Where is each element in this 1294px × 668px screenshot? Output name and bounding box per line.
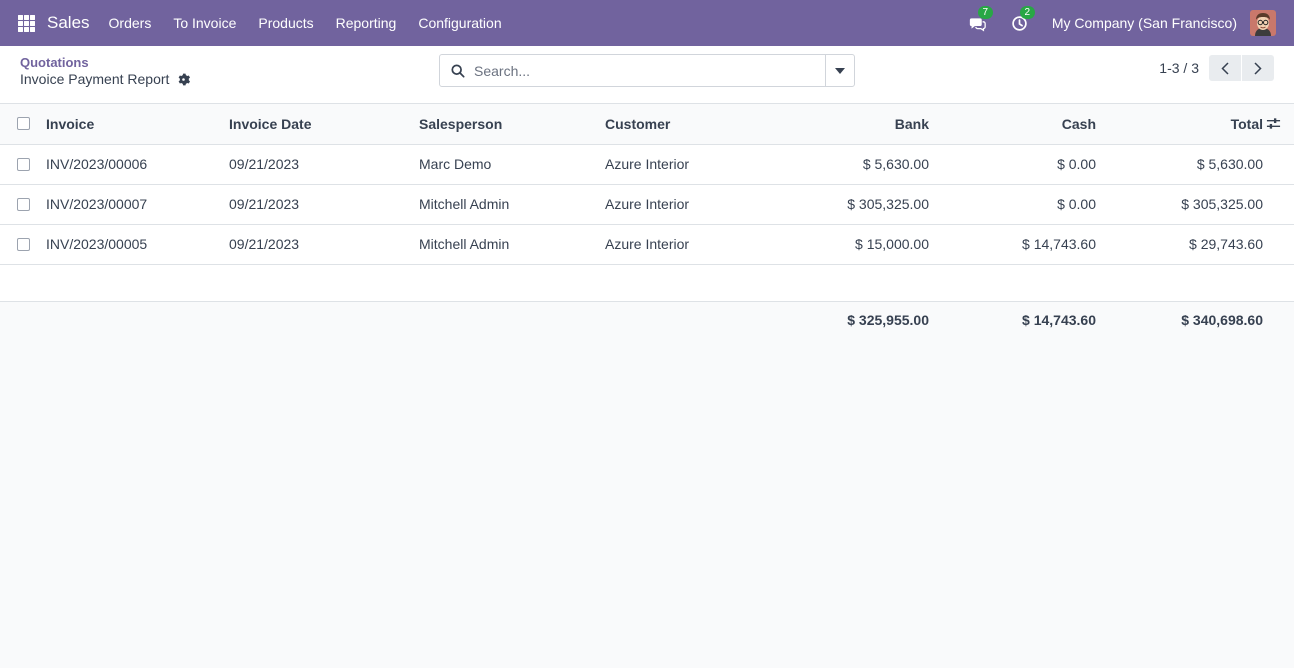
- totals-row: $ 325,955.00 $ 14,743.60 $ 340,698.60: [0, 301, 1294, 339]
- menu-configuration[interactable]: Configuration: [407, 15, 512, 31]
- control-panel: Quotations Invoice Payment Report 1-3 / …: [0, 46, 1294, 104]
- cell-cash: $ 0.00: [1057, 196, 1096, 212]
- table-row[interactable]: INV/2023/00007 09/21/2023 Mitchell Admin…: [0, 184, 1294, 224]
- cell-spacer: [1263, 184, 1294, 224]
- breadcrumb: Quotations Invoice Payment Report: [20, 55, 191, 87]
- cell-salesperson: Mitchell Admin: [419, 196, 510, 212]
- total-cash: $ 14,743.60: [1022, 312, 1096, 329]
- cell-cash: $ 14,743.60: [1022, 236, 1096, 252]
- select-all-cell: [0, 104, 46, 145]
- activities-badge: 2: [1019, 6, 1035, 19]
- pager-value[interactable]: 1-3 / 3: [1159, 60, 1199, 76]
- pager-previous-button[interactable]: [1209, 55, 1241, 81]
- column-invoice[interactable]: Invoice: [46, 104, 229, 145]
- column-bank[interactable]: Bank: [775, 104, 929, 145]
- cell-customer: Azure Interior: [605, 196, 690, 212]
- cell-customer: Azure Interior: [605, 236, 690, 252]
- cell-total: $ 5,630.00: [1196, 156, 1263, 172]
- list-view: Invoice Invoice Date Salesperson Custome…: [0, 104, 1294, 339]
- cell-spacer: [1263, 144, 1294, 184]
- apps-grid-icon[interactable]: [18, 14, 35, 32]
- column-total[interactable]: Total: [1096, 104, 1263, 145]
- cell-salesperson: Marc Demo: [419, 156, 492, 172]
- company-switcher[interactable]: My Company (San Francisco): [1052, 15, 1237, 31]
- cell-spacer: [1263, 224, 1294, 264]
- column-customer[interactable]: Customer: [605, 104, 775, 145]
- menu-reporting[interactable]: Reporting: [325, 15, 408, 31]
- cell-invoice-date: 09/21/2023: [229, 196, 300, 212]
- search-bar: [439, 54, 855, 87]
- row-checkbox[interactable]: [17, 157, 30, 171]
- menu-to-invoice[interactable]: To Invoice: [162, 15, 247, 31]
- chevron-left-icon: [1221, 61, 1229, 75]
- totals-end: [1263, 301, 1294, 339]
- cell-bank: $ 305,325.00: [847, 196, 929, 212]
- breadcrumb-quotations[interactable]: Quotations: [20, 55, 190, 71]
- row-select-cell: [0, 144, 46, 184]
- activities-button[interactable]: 2: [1010, 6, 1035, 33]
- row-select-cell: [0, 224, 46, 264]
- cell-total: $ 29,743.60: [1189, 236, 1263, 252]
- row-checkbox[interactable]: [17, 237, 30, 251]
- systray: 7 2 My Company (San Francisco): [968, 6, 1294, 36]
- breadcrumb-current: Invoice Payment Report: [20, 71, 191, 87]
- empty-cell: [0, 264, 1294, 301]
- main-navbar: Sales Orders To Invoice Products Reporti…: [0, 0, 1294, 46]
- empty-row: [0, 264, 1294, 301]
- cell-customer: Azure Interior: [605, 156, 690, 172]
- column-invoice-date[interactable]: Invoice Date: [229, 104, 419, 145]
- cell-invoice: INV/2023/00005: [46, 236, 148, 252]
- cell-total: $ 305,325.00: [1181, 196, 1263, 212]
- invoice-payment-table: Invoice Invoice Date Salesperson Custome…: [0, 104, 1294, 339]
- table-row[interactable]: INV/2023/00006 09/21/2023 Marc Demo Azur…: [0, 144, 1294, 184]
- caret-down-icon: [835, 67, 845, 74]
- chevron-right-icon: [1254, 61, 1262, 75]
- gear-icon[interactable]: [177, 73, 191, 86]
- pager: 1-3 / 3: [1159, 55, 1274, 81]
- optional-columns-cell: [1263, 104, 1294, 145]
- cell-invoice-date: 09/21/2023: [229, 156, 300, 172]
- total-bank: $ 325,955.00: [847, 312, 929, 329]
- messages-badge: 7: [977, 6, 993, 19]
- search-input[interactable]: [474, 55, 825, 86]
- sliders-icon[interactable]: [1266, 116, 1281, 131]
- search-options-toggle[interactable]: [825, 55, 854, 86]
- column-cash[interactable]: Cash: [929, 104, 1096, 145]
- nav-menu: Orders To Invoice Products Reporting Con…: [98, 15, 513, 31]
- menu-orders[interactable]: Orders: [98, 15, 163, 31]
- user-avatar[interactable]: [1250, 10, 1276, 36]
- row-select-cell: [0, 184, 46, 224]
- cell-invoice-date: 09/21/2023: [229, 236, 300, 252]
- total-total: $ 340,698.60: [1181, 312, 1263, 329]
- totals-spacer: [0, 301, 775, 339]
- pager-next-button[interactable]: [1242, 55, 1274, 81]
- cell-invoice: INV/2023/00007: [46, 196, 148, 212]
- cell-bank: $ 15,000.00: [855, 236, 929, 252]
- table-header-row: Invoice Invoice Date Salesperson Custome…: [0, 104, 1294, 145]
- row-checkbox[interactable]: [17, 197, 30, 211]
- table-row[interactable]: INV/2023/00005 09/21/2023 Mitchell Admin…: [0, 224, 1294, 264]
- column-salesperson[interactable]: Salesperson: [419, 104, 605, 145]
- cell-bank: $ 5,630.00: [862, 156, 929, 172]
- app-title[interactable]: Sales: [47, 13, 90, 33]
- cell-invoice: INV/2023/00006: [46, 156, 148, 172]
- cell-cash: $ 0.00: [1057, 156, 1096, 172]
- page-title: Invoice Payment Report: [20, 71, 170, 87]
- select-all-checkbox[interactable]: [17, 117, 30, 131]
- menu-products[interactable]: Products: [247, 15, 324, 31]
- search-icon: [451, 63, 465, 78]
- cell-salesperson: Mitchell Admin: [419, 236, 510, 252]
- messages-button[interactable]: 7: [968, 6, 993, 33]
